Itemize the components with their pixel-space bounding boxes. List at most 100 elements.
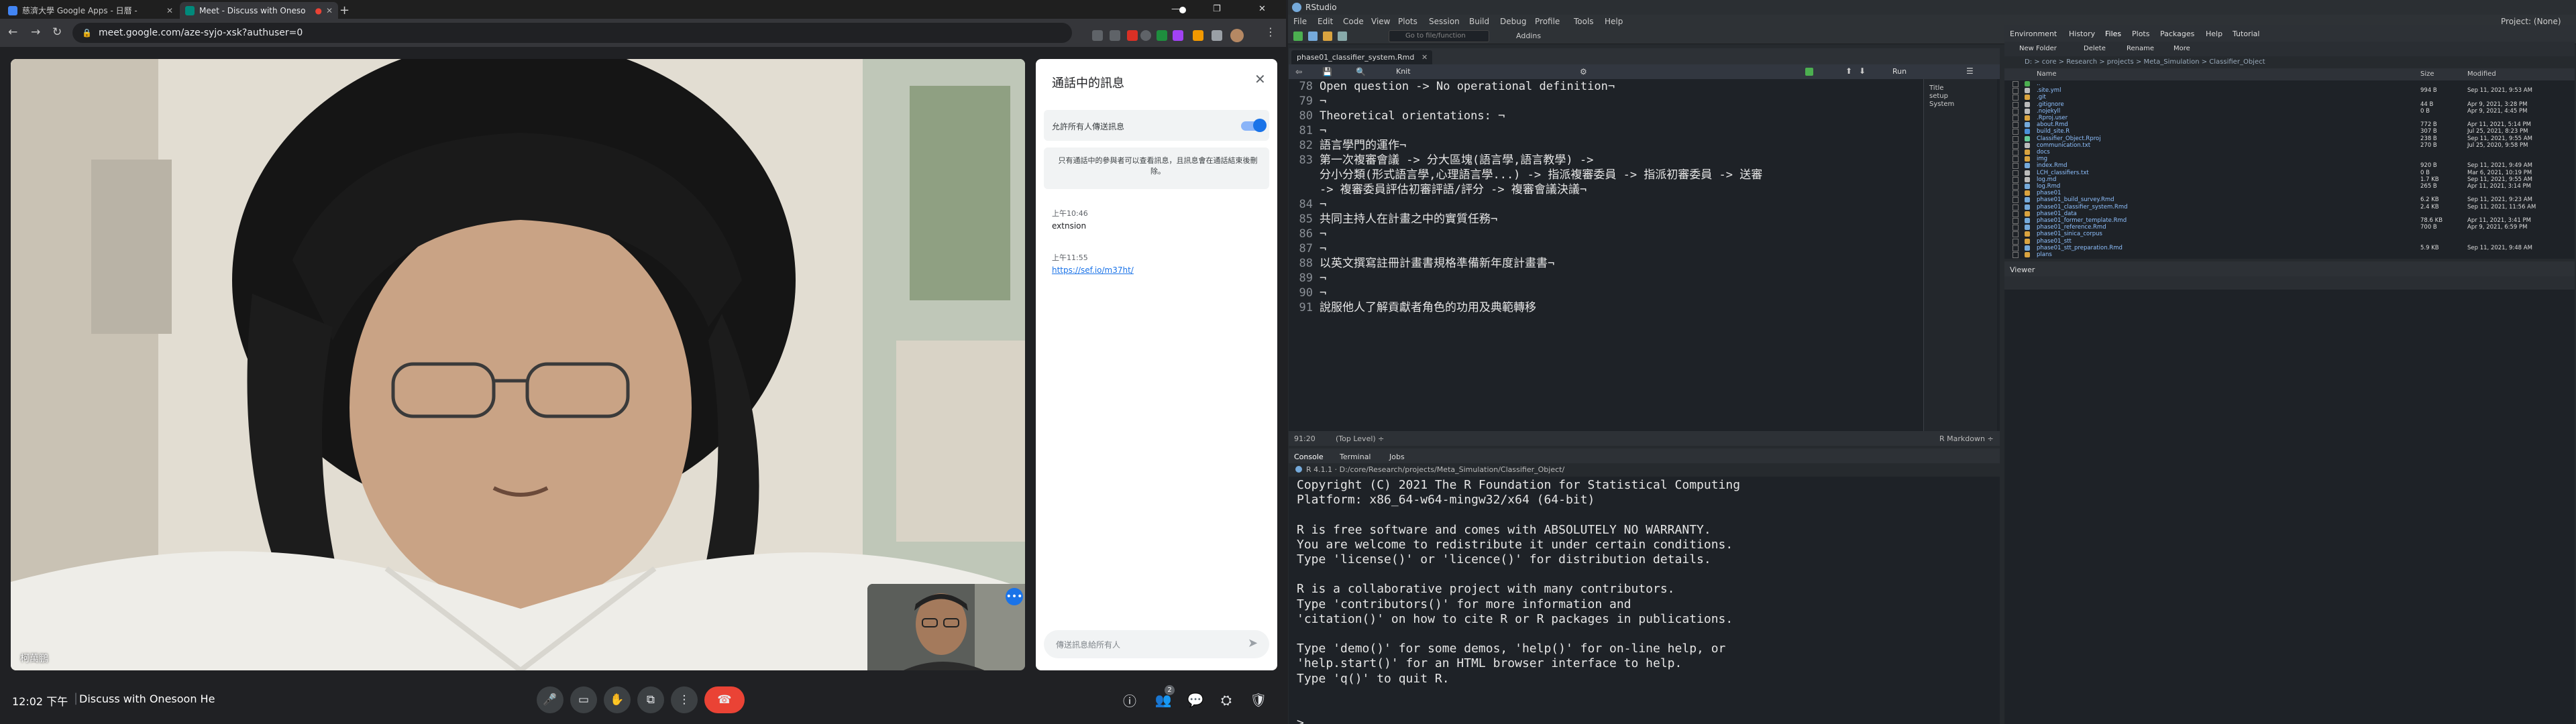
file-name[interactable]: phase01_classifier_system.Rmd: [2037, 204, 2128, 210]
forward-icon[interactable]: →: [31, 25, 40, 39]
file-row[interactable]: ..: [2004, 80, 2575, 87]
file-row[interactable]: about.Rmd 772 B Apr 11, 2021, 5:14 PM: [2004, 121, 2575, 129]
file-name[interactable]: about.Rmd: [2037, 121, 2068, 128]
close-icon[interactable]: ✕: [326, 6, 333, 15]
code-line[interactable]: ¬: [1320, 227, 1910, 241]
file-checkbox[interactable]: [2012, 231, 2019, 238]
back-icon[interactable]: ⇦: [1295, 67, 1302, 76]
menu-code[interactable]: Code: [1343, 17, 1364, 26]
file-checkbox[interactable]: [2012, 115, 2019, 121]
end-call-button[interactable]: ☎: [704, 686, 745, 713]
menu-debug[interactable]: Debug: [1500, 17, 1526, 26]
file-name[interactable]: docs: [2037, 149, 2050, 156]
outline-item[interactable]: setup: [1929, 93, 1948, 100]
tab-tutorial[interactable]: Tutorial: [2233, 29, 2259, 38]
file-row[interactable]: LCH_classifiers.txt 0 B Mar 6, 2021, 10:19…: [2004, 170, 2575, 176]
code-line[interactable]: ¬: [1320, 123, 1910, 138]
maximize-button[interactable]: ❐: [1213, 4, 1221, 14]
open-file-icon[interactable]: [1323, 32, 1332, 41]
code-line[interactable]: 第一次複審會議 -> 分大區塊(語言學,語言教學) ->: [1320, 153, 1910, 168]
file-name[interactable]: phase01_reference.Rmd: [2037, 224, 2106, 231]
file-row[interactable]: phase01_classifier_system.Rmd 2.4 KB Sep 1…: [2004, 204, 2575, 210]
menu-tools[interactable]: Tools: [1574, 17, 1594, 26]
url-field[interactable]: 🔒 meet.google.com/aze-syjo-xsk?authuser=…: [72, 23, 1072, 43]
delete-button[interactable]: Delete: [2084, 45, 2106, 52]
file-checkbox[interactable]: [2012, 101, 2019, 108]
extension-icon[interactable]: [1193, 30, 1203, 41]
file-checkbox[interactable]: [2012, 81, 2019, 87]
close-icon[interactable]: ✕: [1421, 53, 1428, 62]
up-icon[interactable]: ⬆: [1845, 66, 1852, 76]
file-row[interactable]: build_site.R 307 B Jul 25, 2021, 8:23 PM: [2004, 128, 2575, 135]
tab-calendar[interactable]: 慈濟大學 Google Apps - 日曆 - ✕: [3, 2, 178, 19]
file-name[interactable]: build_site.R: [2037, 128, 2070, 135]
file-row[interactable]: Classifier_Object.Rproj 238 B Sep 11, 2021…: [2004, 135, 2575, 142]
file-row[interactable]: index.Rmd 920 B Sep 11, 2021, 9:49 AM: [2004, 162, 2575, 170]
extension-icon[interactable]: [1157, 30, 1167, 41]
file-checkbox[interactable]: [2012, 204, 2019, 210]
code-line[interactable]: ¬: [1320, 94, 1910, 109]
file-name[interactable]: .gitignore: [2037, 101, 2064, 108]
file-name[interactable]: phase01_stt: [2037, 238, 2072, 245]
new-tab-button[interactable]: +: [334, 2, 353, 19]
file-checkbox[interactable]: [2012, 197, 2019, 204]
code-line[interactable]: 說服他人了解貢獻者角色的功用及典範轉移: [1320, 300, 1910, 315]
camera-button[interactable]: ▭: [570, 686, 597, 713]
file-row[interactable]: .gitignore 44 B Apr 9, 2021, 3:28 PM: [2004, 101, 2575, 108]
new-project-icon[interactable]: [1308, 32, 1318, 41]
file-row[interactable]: plans: [2004, 251, 2575, 258]
file-checkbox[interactable]: [2012, 129, 2019, 135]
file-row[interactable]: log.md 1.7 KB Sep 11, 2021, 9:55 AM: [2004, 176, 2575, 183]
tab-jobs[interactable]: Jobs: [1389, 452, 1405, 461]
file-checkbox[interactable]: [2012, 163, 2019, 170]
file-name[interactable]: plans: [2037, 251, 2052, 258]
tab-help[interactable]: Help: [2206, 29, 2222, 38]
code-line[interactable]: 以英文撰寫註冊計畫書規格準備新年度計畫書¬: [1320, 256, 1910, 271]
menu-help[interactable]: Help: [1605, 17, 1623, 26]
more-options-button[interactable]: ⋮: [671, 686, 698, 713]
rename-button[interactable]: Rename: [2127, 45, 2154, 52]
goto-file-input[interactable]: Go to file/function: [1389, 30, 1489, 42]
tab-meet[interactable]: Meet - Discuss with Oneso ● ✕: [180, 2, 338, 19]
editor-tab[interactable]: phase01_classifier_system.Rmd ✕: [1291, 50, 1432, 64]
search-icon[interactable]: 🔍: [1356, 67, 1366, 76]
column-name[interactable]: Name: [2037, 70, 2057, 78]
file-name[interactable]: img: [2037, 156, 2047, 162]
menu-plots[interactable]: Plots: [1398, 17, 1417, 26]
file-checkbox[interactable]: [2012, 95, 2019, 101]
menu-build[interactable]: Build: [1469, 17, 1489, 26]
file-checkbox[interactable]: [2012, 210, 2019, 217]
file-row[interactable]: phase01_sinica_corpus: [2004, 231, 2575, 238]
file-name[interactable]: phase01_data: [2037, 210, 2077, 217]
file-row[interactable]: phase01_former_template.Rmd 78.6 KB Apr 11…: [2004, 217, 2575, 224]
file-row[interactable]: .nojekyll 0 B Apr 9, 2021, 4:45 PM: [2004, 108, 2575, 115]
more-options-icon[interactable]: •••: [1006, 588, 1023, 605]
file-checkbox[interactable]: [2012, 176, 2019, 183]
back-icon[interactable]: ←: [8, 25, 17, 39]
star-icon[interactable]: [1140, 30, 1151, 41]
more-button[interactable]: More: [2174, 45, 2190, 52]
file-row[interactable]: img: [2004, 156, 2575, 163]
menu-view[interactable]: View: [1371, 17, 1390, 26]
tab-history[interactable]: History: [2069, 29, 2095, 38]
chat-icon[interactable]: 💬: [1183, 688, 1208, 712]
file-name[interactable]: phase01_stt_preparation.Rmd: [2037, 245, 2123, 251]
code-line[interactable]: 分小分類(形式語言學,心理語言學...) -> 指派複審委員 -> 指派初審委員…: [1320, 168, 1910, 182]
gear-icon[interactable]: ⚙: [1580, 67, 1587, 76]
file-row[interactable]: communication.txt 270 B Jul 25, 2020, 9:58…: [2004, 142, 2575, 149]
activities-icon[interactable]: ⛭: [1214, 688, 1238, 712]
file-name[interactable]: phase01_build_survey.Rmd: [2037, 196, 2114, 203]
file-name[interactable]: .nojekyll: [2037, 108, 2060, 115]
addins-menu[interactable]: Addins: [1516, 32, 1541, 40]
file-name[interactable]: Classifier_Object.Rproj: [2037, 135, 2101, 142]
code-area[interactable]: Open question -> No operational definiti…: [1320, 79, 1910, 431]
tab-console[interactable]: Console: [1294, 452, 1324, 461]
file-checkbox[interactable]: [2012, 108, 2019, 115]
host-controls-icon[interactable]: 🛡: [1246, 688, 1271, 712]
file-checkbox[interactable]: [2012, 135, 2019, 142]
column-size[interactable]: Size: [2420, 70, 2434, 78]
file-checkbox[interactable]: [2012, 245, 2019, 251]
console-output[interactable]: Copyright (C) 2021 The R Foundation for …: [1297, 478, 1994, 724]
file-row[interactable]: phase01: [2004, 190, 2575, 197]
file-name[interactable]: log.Rmd: [2037, 183, 2060, 190]
